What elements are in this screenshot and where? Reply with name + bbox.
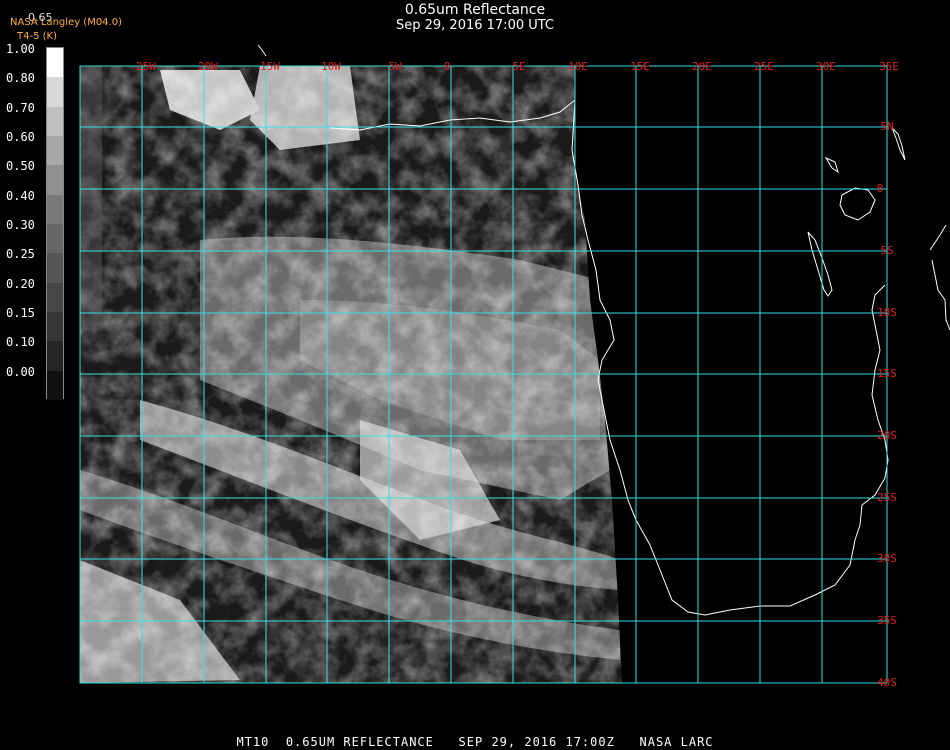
colorbar-segment xyxy=(47,282,63,313)
lat-label: 35S xyxy=(877,614,897,627)
colorbar-segment xyxy=(47,48,63,78)
colorbar-label: 0.50 xyxy=(6,159,35,174)
footer-caption: MT10 0.65UM REFLECTANCE SEP 29, 2016 17:… xyxy=(236,735,714,749)
lon-label: 0 xyxy=(444,60,451,73)
lon-label: 25W xyxy=(136,60,156,73)
lat-label: 10S xyxy=(877,306,897,319)
colorbar-segment xyxy=(47,106,63,137)
lat-label: 5N xyxy=(880,120,893,133)
colorbar xyxy=(46,47,64,401)
colorbar-label: 0.70 xyxy=(6,100,35,115)
lon-label: 20W xyxy=(198,60,218,73)
lat-label: 25S xyxy=(877,491,897,504)
colorbar-segment xyxy=(47,341,63,372)
lon-label: 30E xyxy=(816,60,836,73)
colorbar-label: 1.00 xyxy=(6,42,35,56)
coastline-southern-africa xyxy=(571,99,889,616)
lon-label: 25E xyxy=(754,60,774,73)
lat-label: 20S xyxy=(877,429,897,442)
lake-victoria xyxy=(839,187,876,221)
colorbar-segment xyxy=(47,194,63,225)
lake-albert xyxy=(824,156,839,174)
colorbar-label: 0.15 xyxy=(6,306,35,320)
lon-label: 35E xyxy=(879,60,899,73)
brand-label: NASA Langley (M04.0) xyxy=(10,17,122,28)
colorbar-segment xyxy=(47,253,63,284)
colorbar-label: 0.80 xyxy=(6,71,35,86)
lon-label: 10E xyxy=(568,60,588,73)
map-title: 0.65um Reflectance xyxy=(404,2,546,18)
colorbar-segment xyxy=(47,136,63,166)
colorbar-segment xyxy=(47,77,63,108)
lon-label: 15E xyxy=(630,60,650,73)
colorbar-label: 0.25 xyxy=(6,247,35,262)
lat-label: 30S xyxy=(877,552,897,565)
colorbar-label: 0.10 xyxy=(6,335,35,350)
lon-label: 10W xyxy=(321,60,341,73)
colorbar-segment xyxy=(47,370,63,401)
lake-turkana xyxy=(891,127,906,161)
colorbar-segment xyxy=(47,312,63,342)
lon-label: 20E xyxy=(692,60,712,73)
coastline-east-africa xyxy=(929,224,950,331)
colorbar-label: 0.20 xyxy=(6,276,35,291)
lat-label: 15S xyxy=(877,367,897,380)
colorbar-label: 0.40 xyxy=(6,188,35,203)
colorbar-label: 0.30 xyxy=(6,218,35,232)
lat-label: 40S xyxy=(877,676,897,689)
lon-label: 15W xyxy=(260,60,280,73)
lon-label: 5E xyxy=(512,60,525,73)
lat-label: 5S xyxy=(880,244,893,257)
lat-label: 0 xyxy=(877,182,884,195)
colorbar-segment xyxy=(47,224,63,254)
satellite-map: 25W 20W 15W 10W 5W 0 5E 10E 15E 20E 25E … xyxy=(79,44,950,689)
colorbar-segment xyxy=(47,165,63,196)
lon-label: 5W xyxy=(388,60,402,73)
lake-tanganyika xyxy=(807,231,833,297)
map-timestamp: Sep 29, 2016 17:00 UTC xyxy=(395,18,555,33)
colorbar-label: 0.60 xyxy=(6,130,35,144)
colorbar-label: 0.00 xyxy=(6,364,35,379)
